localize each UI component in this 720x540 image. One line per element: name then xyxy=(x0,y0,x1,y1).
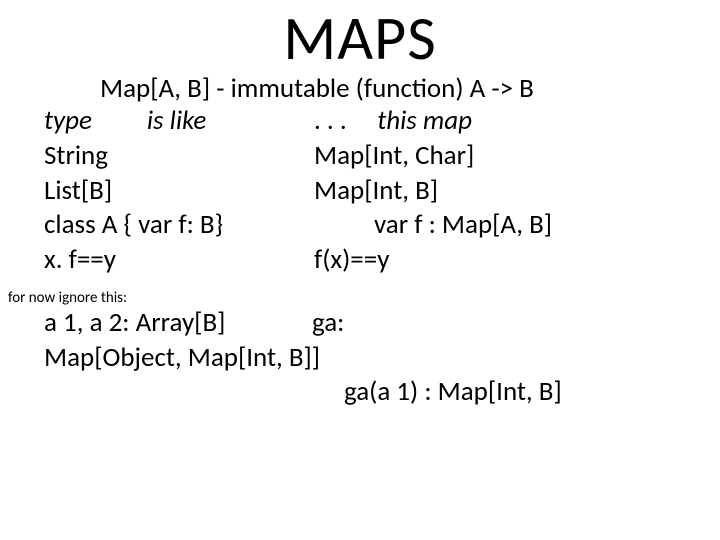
cell-left: class A { var f: B} xyxy=(44,208,314,243)
slide-subtitle: Map[A, B] - immutable (function) A -> B xyxy=(100,75,720,103)
slide-title: MAPS xyxy=(0,6,720,71)
slide: MAPS Map[A, B] - immutable (function) A … xyxy=(0,6,720,540)
cell-right: Map[Int, Char] xyxy=(314,139,720,174)
table-row: List[B] Map[Int, B] xyxy=(44,174,720,209)
cell-right: f(x)==y xyxy=(314,243,720,278)
cell-left: x. f==y xyxy=(44,243,314,278)
analogy-table: type is like . . . this map String Map[I… xyxy=(44,104,720,277)
bottom-row: a 1, a 2: Array[B] ga: xyxy=(44,306,720,341)
cell-left: type is like xyxy=(44,104,314,139)
table-row: x. f==y f(x)==y xyxy=(44,243,720,278)
cell-right: . . . this map xyxy=(314,104,720,139)
footnote: for now ignore this: xyxy=(8,291,720,306)
bottom-block: a 1, a 2: Array[B] ga: Map[Object, Map[I… xyxy=(44,306,720,410)
table-row: type is like . . . this map xyxy=(44,104,720,139)
bottom-right: ga: xyxy=(312,306,720,341)
cell-left: List[B] xyxy=(44,174,314,209)
bottom-line3: ga(a 1) : Map[Int, B] xyxy=(44,375,720,410)
table-row: class A { var f: B} var f : Map[A, B] xyxy=(44,208,720,243)
cell-right: Map[Int, B] xyxy=(314,174,720,209)
bottom-line2: Map[Object, Map[Int, B]] xyxy=(44,341,720,376)
cell-right: var f : Map[A, B] xyxy=(314,208,720,243)
table-row: String Map[Int, Char] xyxy=(44,139,720,174)
cell-left: String xyxy=(44,139,314,174)
bottom-left: a 1, a 2: Array[B] xyxy=(44,306,312,341)
